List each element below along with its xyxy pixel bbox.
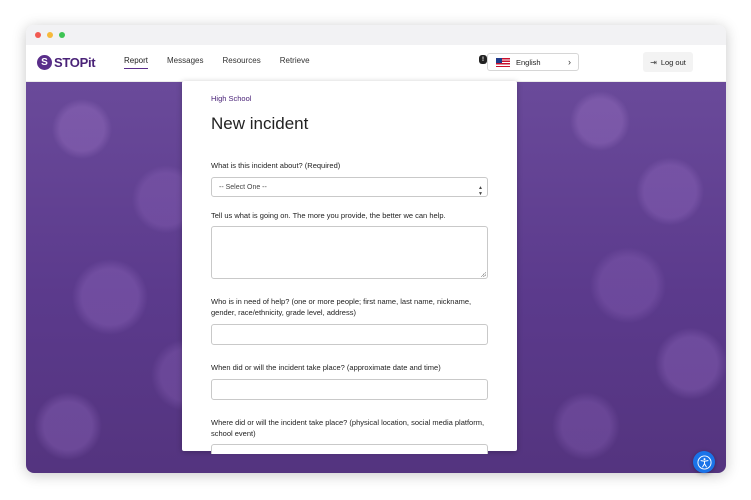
about-label: What is this incident about? (Required)	[211, 161, 341, 170]
reader-icon[interactable]: !	[479, 55, 487, 64]
when-label: When did or will the incident take place…	[211, 363, 441, 372]
main-nav: Report Messages Resources Retrieve	[124, 56, 329, 69]
nav-resources[interactable]: Resources	[222, 56, 260, 69]
incident-form-card: High School New incident What is this in…	[182, 81, 517, 454]
page-title: New incident	[211, 114, 309, 133]
accessibility-icon	[696, 454, 712, 470]
incident-type-value: -- Select One --	[219, 183, 267, 191]
nav-messages[interactable]: Messages	[167, 56, 203, 69]
chevron-right-icon: ›	[568, 57, 571, 67]
logout-label: Log out	[660, 57, 686, 67]
top-navbar: S STOPit Report Messages Resources Retri…	[26, 45, 726, 82]
resize-handle-icon[interactable]	[481, 272, 486, 277]
logo[interactable]: S STOPit	[37, 55, 96, 70]
select-arrows-icon: ▲ ▼	[478, 185, 483, 197]
language-label: English	[516, 57, 541, 67]
minimize-window-dot[interactable]	[47, 32, 53, 38]
logout-icon: ⇥	[650, 57, 657, 67]
nav-report[interactable]: Report	[124, 56, 149, 69]
logout-button[interactable]: ⇥ Log out	[643, 52, 693, 72]
accessibility-button[interactable]	[693, 451, 715, 473]
language-selector[interactable]: English ›	[487, 53, 579, 71]
where-input[interactable]	[211, 444, 488, 454]
who-input[interactable]	[211, 324, 488, 345]
close-window-dot[interactable]	[35, 32, 41, 38]
window-chrome	[26, 25, 726, 45]
description-label: Tell us what is going on. The more you p…	[211, 211, 446, 220]
description-textarea[interactable]	[211, 226, 488, 279]
breadcrumb[interactable]: High School	[211, 94, 251, 103]
logo-text: STOPit	[54, 55, 96, 70]
where-label: Where did or will the incident take plac…	[211, 418, 485, 438]
us-flag-icon	[496, 57, 510, 67]
who-label: Who is in need of help? (one or more peo…	[211, 297, 472, 317]
logo-mark-icon: S	[37, 55, 52, 70]
nav-retrieve[interactable]: Retrieve	[280, 56, 310, 69]
maximize-window-dot[interactable]	[59, 32, 65, 38]
when-input[interactable]	[211, 379, 488, 400]
incident-type-select[interactable]: -- Select One -- ▲ ▼	[211, 177, 488, 197]
